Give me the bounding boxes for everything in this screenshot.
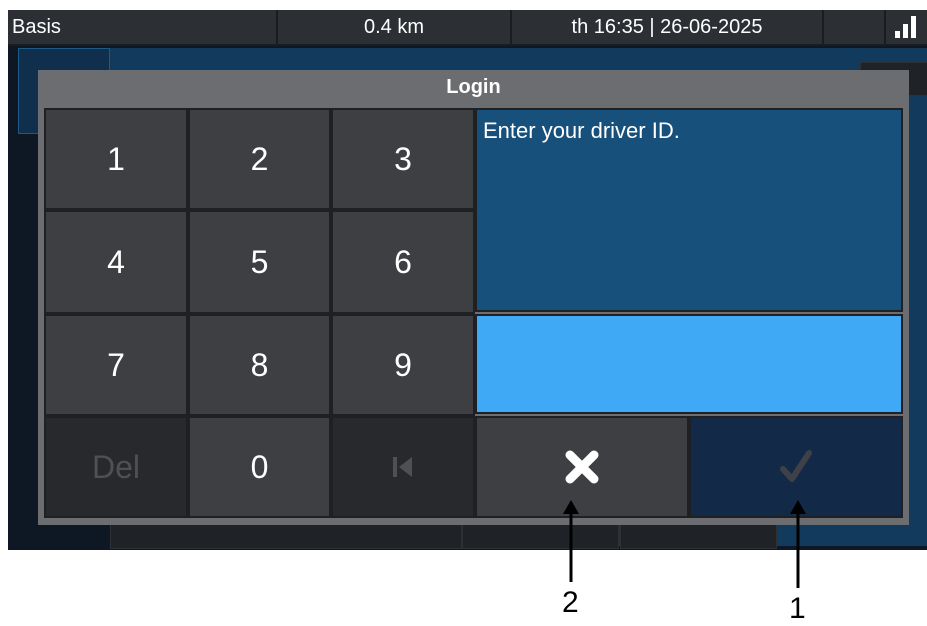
key-2[interactable]: 2 — [188, 108, 331, 210]
key-8[interactable]: 8 — [188, 314, 331, 416]
status-bar: Basis 0.4 km th 16:35 | 26-06-2025 — [8, 10, 927, 46]
key-3[interactable]: 3 — [331, 108, 475, 210]
close-icon — [565, 450, 599, 484]
datetime-readout: th 16:35 | 26-06-2025 — [512, 10, 824, 44]
key-9[interactable]: 9 — [331, 314, 475, 416]
skip-back-icon — [393, 457, 412, 477]
callout-label-1: 1 — [789, 592, 806, 625]
login-dialog: Login 1 2 3 4 5 6 7 8 9 Del 0 Enter your… — [38, 70, 909, 525]
signal-strength — [886, 10, 927, 44]
key-7[interactable]: 7 — [44, 314, 188, 416]
callout-arrow-cancel — [563, 500, 579, 582]
status-empty-cell — [824, 10, 886, 44]
driver-id-field[interactable] — [475, 314, 903, 414]
callout-arrow-confirm — [790, 500, 806, 588]
key-5[interactable]: 5 — [188, 210, 331, 314]
dialog-title: Login — [446, 76, 501, 98]
back-to-start-button[interactable] — [331, 416, 475, 518]
signal-bars-icon — [895, 16, 919, 38]
checkmark-icon — [780, 450, 812, 482]
key-delete[interactable]: Del — [44, 416, 188, 518]
prompt-text: Enter your driver ID. — [475, 108, 903, 312]
key-4[interactable]: 4 — [44, 210, 188, 314]
key-1[interactable]: 1 — [44, 108, 188, 210]
key-6[interactable]: 6 — [331, 210, 475, 314]
profile-label: Basis — [8, 10, 278, 44]
key-0[interactable]: 0 — [188, 416, 331, 518]
cancel-button[interactable] — [475, 416, 689, 518]
callout-label-2: 2 — [562, 586, 579, 619]
distance-readout: 0.4 km — [278, 10, 512, 44]
